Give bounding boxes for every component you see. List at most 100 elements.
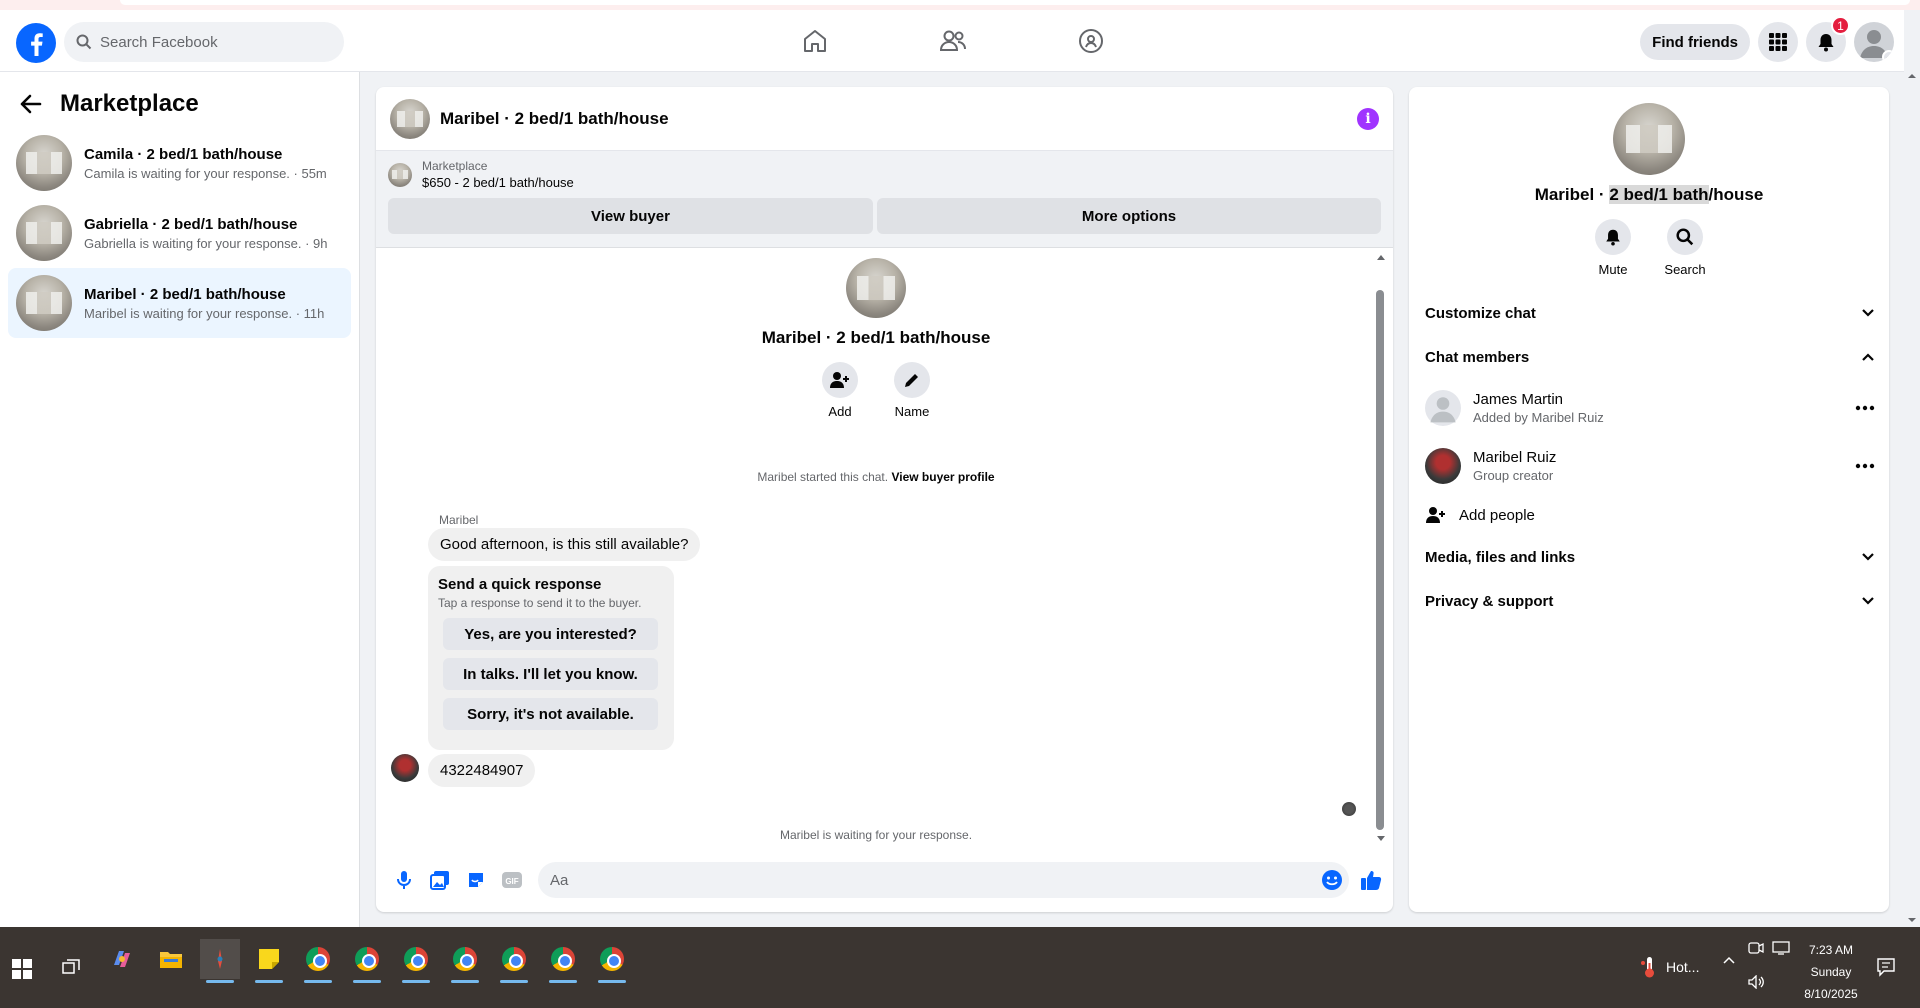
chat-members-section[interactable]: Chat members xyxy=(1409,335,1889,379)
emoji-icon[interactable] xyxy=(1321,869,1343,891)
svg-text:GIF: GIF xyxy=(505,877,518,886)
waiting-note: Maribel is waiting for your response. xyxy=(779,828,973,842)
sender-name: Maribel xyxy=(439,513,479,527)
photo-icon[interactable] xyxy=(426,866,454,894)
add-member-button[interactable]: Add xyxy=(822,362,858,419)
search-conversation-button[interactable]: Search xyxy=(1664,219,1706,277)
chrome-icon[interactable] xyxy=(543,939,583,983)
scrollbar-thumb[interactable] xyxy=(1376,290,1384,830)
add-label: Add xyxy=(828,404,852,419)
meet-now-icon[interactable] xyxy=(1748,941,1764,955)
quick-response-title: Send a quick response xyxy=(438,576,602,593)
message-input[interactable]: Aa xyxy=(538,862,1349,898)
media-files-section[interactable]: Media, files and links xyxy=(1409,535,1889,579)
read-receipt-avatar xyxy=(1342,802,1356,816)
section-label: Privacy & support xyxy=(1425,592,1554,610)
search-icon xyxy=(76,34,92,50)
mute-button[interactable]: Mute xyxy=(1595,219,1631,277)
quick-response-option[interactable]: In talks. I'll let you know. xyxy=(443,658,658,690)
chat-intro: Maribel · 2 bed/1 bath/house Add Name xyxy=(376,258,1376,419)
chrome-icon[interactable] xyxy=(347,939,387,983)
system-tray xyxy=(1722,955,1736,965)
notifications-button[interactable]: 1 xyxy=(1806,16,1850,62)
chrome-icon[interactable] xyxy=(396,939,436,983)
sticker-icon[interactable] xyxy=(462,866,490,894)
chevron-up-icon[interactable] xyxy=(1722,955,1736,965)
chrome-icon[interactable] xyxy=(445,939,485,983)
conversation-item-active[interactable]: Maribel · 2 bed/1 bath/house Maribel is … xyxy=(8,268,351,338)
member-name: James Martin xyxy=(1473,391,1564,408)
message-bubble[interactable]: Good afternoon, is this still available? xyxy=(428,528,701,561)
listing-thumbnail xyxy=(16,135,72,191)
file-explorer-icon[interactable] xyxy=(151,939,191,979)
more-options-icon[interactable] xyxy=(1855,463,1875,469)
browser-tabbar xyxy=(120,0,1910,5)
profile-avatar[interactable] xyxy=(1854,22,1894,62)
sender-avatar[interactable] xyxy=(391,754,419,782)
quick-response-option[interactable]: Sorry, it's not available. xyxy=(443,698,658,730)
listing-thumbnail xyxy=(16,205,72,261)
more-options-icon[interactable] xyxy=(1855,405,1875,411)
chat-details-panel: Maribel · 2 bed/1 bath/house Mute Search… xyxy=(1409,87,1889,912)
name-label: Name xyxy=(894,404,930,419)
snipping-tool-icon[interactable] xyxy=(200,939,240,983)
conversation-preview: Maribel is waiting for your response. · … xyxy=(84,305,325,321)
chevron-down-icon xyxy=(1861,596,1875,606)
menu-grid-icon[interactable] xyxy=(1758,22,1798,62)
details-title-suffix: /house xyxy=(1708,185,1764,204)
listing-thumbnail[interactable] xyxy=(1613,103,1685,175)
listing-price-title[interactable]: $650 - 2 bed/1 bath/house xyxy=(422,175,574,190)
page-scrollbar[interactable] xyxy=(1904,72,1920,927)
details-title: Maribel · 2 bed/1 bath/house xyxy=(1409,185,1889,205)
mute-label: Mute xyxy=(1598,262,1628,277)
facebook-logo-icon[interactable] xyxy=(16,23,56,63)
notification-center-icon[interactable] xyxy=(1876,957,1896,977)
back-arrow-icon[interactable] xyxy=(20,94,42,114)
find-friends-button[interactable]: Find friends xyxy=(1640,24,1750,60)
listing-thumbnail[interactable] xyxy=(390,98,430,139)
microphone-icon[interactable] xyxy=(390,866,418,894)
quick-response-option[interactable]: Yes, are you interested? xyxy=(443,618,658,650)
groups-icon[interactable] xyxy=(1056,10,1126,72)
chrome-icon[interactable] xyxy=(592,939,632,983)
conversation-name: Camila · 2 bed/1 bath/house xyxy=(84,145,283,163)
conversation-name: Gabriella · 2 bed/1 bath/house xyxy=(84,215,298,233)
listing-thumbnail xyxy=(846,258,906,318)
gif-icon[interactable]: GIF xyxy=(498,866,526,894)
weather-widget[interactable]: Hot... xyxy=(1640,955,1699,979)
message-area: Maribel · 2 bed/1 bath/house Add Name Ma… xyxy=(376,248,1393,846)
search-input[interactable]: Search Facebook xyxy=(64,22,344,62)
view-buyer-profile-link[interactable]: View buyer profile xyxy=(891,470,994,484)
message-bubble[interactable]: 4322484907 xyxy=(428,754,536,787)
customize-chat-section[interactable]: Customize chat xyxy=(1409,291,1889,335)
volume-icon[interactable] xyxy=(1748,975,1766,989)
sticky-notes-icon[interactable] xyxy=(249,939,289,983)
windows-taskbar: Hot... 7:23 AM Sunday 8/10/2025 xyxy=(0,927,1920,1008)
chat-title[interactable]: Maribel · 2 bed/1 bath/house xyxy=(440,109,1347,129)
friends-icon[interactable] xyxy=(918,10,988,72)
section-label: Media, files and links xyxy=(1425,548,1576,566)
chrome-icon[interactable] xyxy=(298,939,338,983)
member-row[interactable]: Maribel Ruiz Group creator xyxy=(1409,437,1889,495)
listing-label: Marketplace xyxy=(422,159,488,173)
notification-badge: 1 xyxy=(1831,16,1850,35)
member-row[interactable]: James Martin Added by Maribel Ruiz xyxy=(1409,379,1889,437)
info-icon[interactable]: i xyxy=(1357,107,1379,130)
task-view-icon[interactable] xyxy=(62,959,80,977)
marketplace-sidebar: Marketplace Camila · 2 bed/1 bath/house … xyxy=(0,72,360,927)
copilot-icon[interactable] xyxy=(102,939,142,979)
thumbs-up-icon[interactable] xyxy=(1357,866,1385,894)
quick-response-card: Send a quick response Tap a response to … xyxy=(428,566,674,750)
name-chat-button[interactable]: Name xyxy=(894,362,930,419)
conversation-item[interactable]: Gabriella · 2 bed/1 bath/house Gabriella… xyxy=(8,198,351,268)
home-icon[interactable] xyxy=(780,10,850,72)
view-buyer-button[interactable]: View buyer xyxy=(388,198,874,234)
conversation-item[interactable]: Camila · 2 bed/1 bath/house Camila is wa… xyxy=(8,128,351,198)
clock[interactable]: 7:23 AM Sunday 8/10/2025 xyxy=(1788,939,1874,1005)
add-people-button[interactable]: Add people xyxy=(1409,495,1889,535)
privacy-support-section[interactable]: Privacy & support xyxy=(1409,579,1889,623)
more-options-button[interactable]: More options xyxy=(877,198,1381,234)
chrome-icon[interactable] xyxy=(494,939,534,983)
add-people-label: Add people xyxy=(1459,506,1535,524)
windows-start-icon[interactable] xyxy=(12,959,32,979)
